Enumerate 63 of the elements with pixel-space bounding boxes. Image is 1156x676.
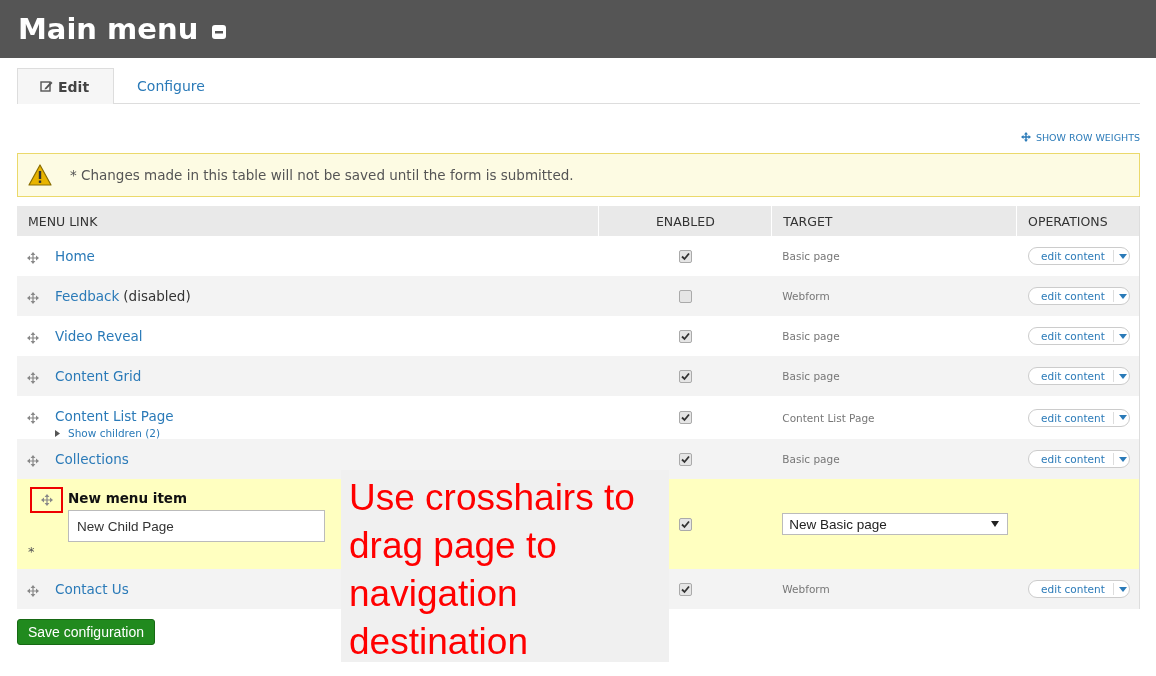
caret-icon bbox=[991, 521, 1000, 527]
triangle-icon bbox=[55, 429, 60, 437]
target-text: Basic page bbox=[782, 453, 840, 465]
edit-content-dropbutton[interactable]: edit content bbox=[1028, 450, 1131, 468]
edit-content-dropbutton[interactable]: edit content bbox=[1028, 367, 1131, 385]
caret-icon bbox=[1118, 253, 1127, 259]
edit-icon bbox=[40, 80, 53, 93]
menu-link[interactable]: Content Grid bbox=[55, 368, 142, 384]
status-text: (disabled) bbox=[123, 288, 191, 304]
new-item-label: New menu item bbox=[68, 490, 189, 506]
enabled-checkbox[interactable] bbox=[679, 369, 693, 383]
enabled-checkbox[interactable] bbox=[679, 289, 693, 303]
edit-content-dropbutton[interactable]: edit content bbox=[1028, 580, 1131, 598]
target-text: Webform bbox=[782, 290, 830, 302]
target-select[interactable]: New Basic page bbox=[782, 513, 1009, 535]
target-text: Basic page bbox=[782, 250, 840, 262]
title-input[interactable]: New Child Page bbox=[68, 510, 325, 542]
save-configuration-button[interactable]: Save configuration bbox=[17, 619, 155, 645]
message-text: * Changes made in this table will not be saved until the form is submitted. bbox=[70, 167, 574, 183]
tab[interactable]: Configure bbox=[114, 68, 230, 103]
warning-icon bbox=[28, 164, 52, 186]
drag-handle-icon[interactable] bbox=[27, 292, 39, 304]
caret-icon bbox=[1118, 586, 1127, 592]
drag-handle-icon[interactable] bbox=[27, 412, 39, 424]
enabled-checkbox[interactable] bbox=[679, 249, 693, 263]
changed-marker: * bbox=[28, 544, 36, 559]
target-text: Basic page bbox=[782, 330, 840, 342]
enabled-checkbox[interactable] bbox=[679, 517, 693, 531]
target-text: Basic page bbox=[782, 370, 840, 382]
drag-handle-icon[interactable] bbox=[27, 252, 39, 264]
column-header: OPERATIONS bbox=[1027, 212, 1109, 231]
show-children-link[interactable]: Show children (2) bbox=[55, 427, 174, 439]
caret-icon bbox=[1118, 415, 1127, 420]
drag-handle-icon[interactable] bbox=[27, 585, 39, 597]
target-text: Webform bbox=[782, 583, 830, 595]
caret-icon bbox=[1118, 333, 1127, 339]
menu-link[interactable]: Collections bbox=[55, 451, 129, 467]
caret-icon bbox=[1118, 293, 1127, 299]
tab[interactable]: Edit bbox=[17, 68, 115, 104]
enabled-checkbox[interactable] bbox=[679, 452, 693, 466]
caret-icon bbox=[1118, 373, 1127, 379]
move-icon bbox=[1020, 132, 1031, 142]
enabled-checkbox[interactable] bbox=[679, 329, 693, 343]
drag-handle-icon[interactable] bbox=[30, 487, 63, 513]
drag-handle-icon[interactable] bbox=[27, 455, 39, 467]
drag-handle-icon[interactable] bbox=[27, 372, 39, 384]
target-text: Content List Page bbox=[782, 411, 875, 424]
menu-link[interactable]: Feedback bbox=[55, 288, 120, 304]
edit-content-dropbutton[interactable]: edit content bbox=[1028, 247, 1131, 265]
caret-icon bbox=[1118, 456, 1127, 462]
edit-content-dropbutton[interactable]: edit content bbox=[1028, 287, 1131, 305]
edit-content-dropbutton[interactable]: edit content bbox=[1028, 327, 1131, 345]
menu-link[interactable]: Content List Page bbox=[55, 408, 174, 424]
show-row-weights-link[interactable]: SHOW ROW WEIGHTS bbox=[1020, 129, 1140, 145]
page-title: Main menu bbox=[18, 12, 199, 46]
drag-handle-icon[interactable] bbox=[27, 332, 39, 344]
enabled-checkbox[interactable] bbox=[679, 582, 693, 596]
menu-link[interactable]: Contact Us bbox=[55, 581, 129, 597]
edit-content-dropbutton[interactable]: edit content bbox=[1028, 408, 1131, 427]
minus-icon[interactable] bbox=[212, 25, 227, 39]
menu-link[interactable]: Home bbox=[55, 248, 95, 264]
menu-link[interactable]: Video Reveal bbox=[55, 328, 143, 344]
enabled-checkbox[interactable] bbox=[679, 411, 693, 424]
